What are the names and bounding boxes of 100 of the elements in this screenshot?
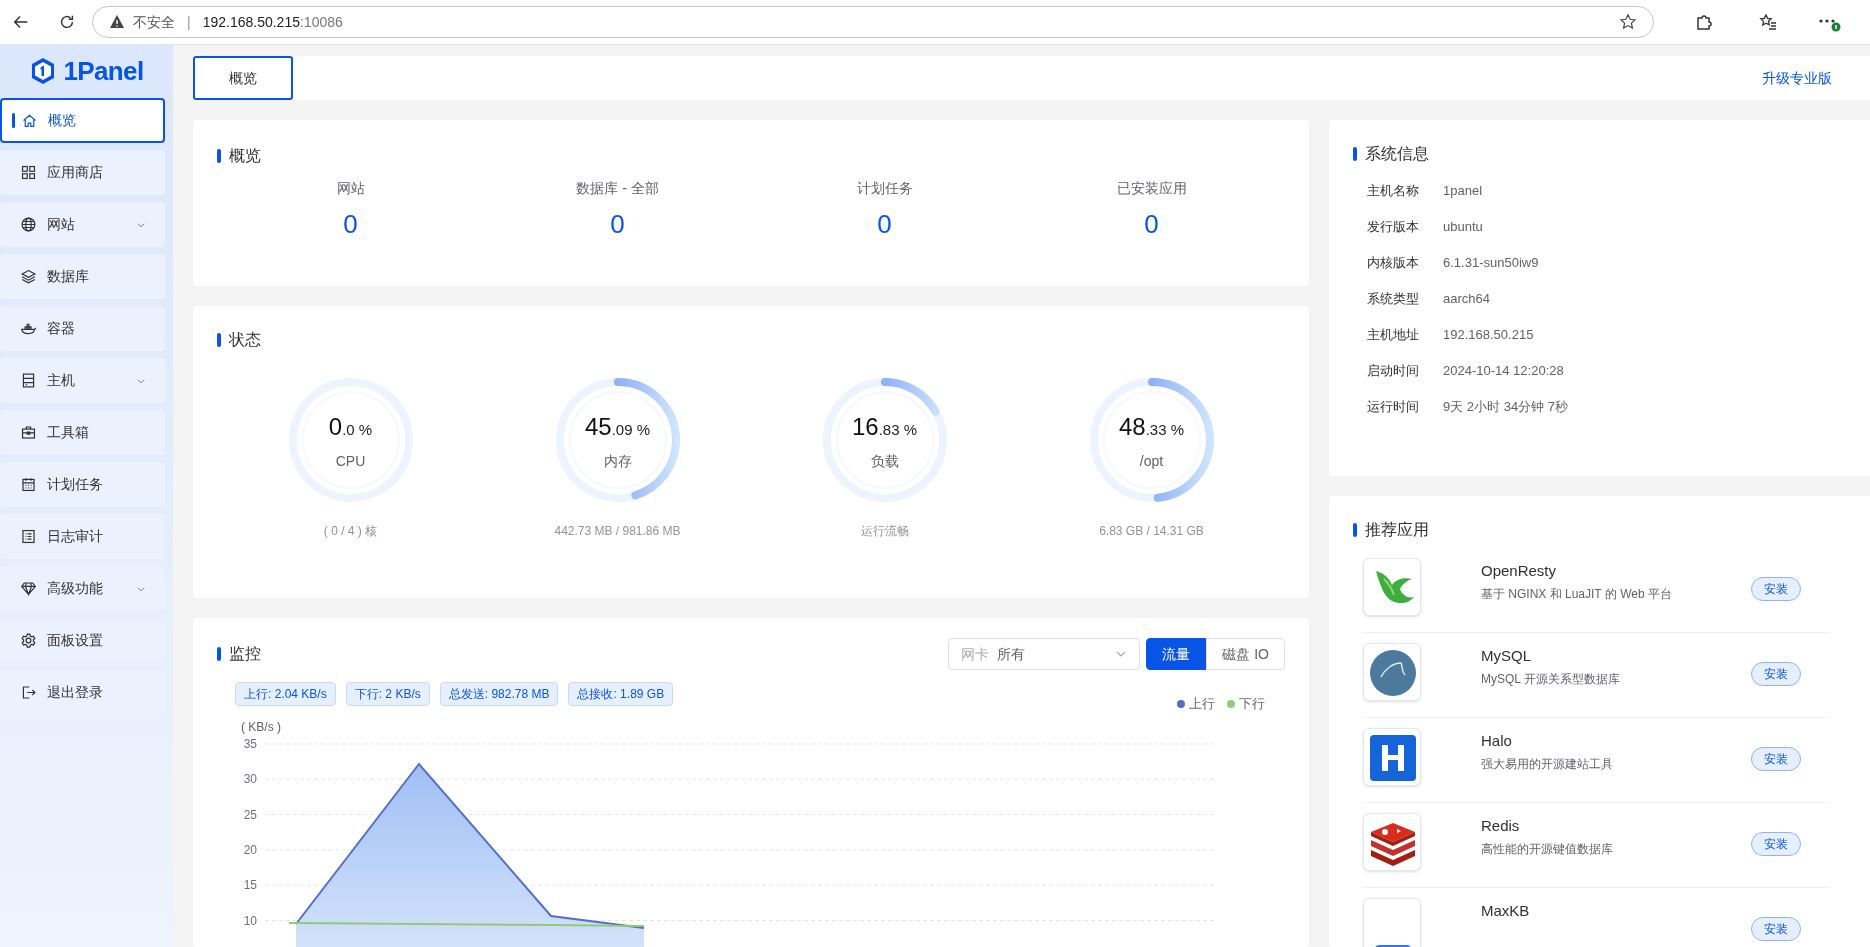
url-text: 192.168.50.215:10086 [202,12,343,32]
sidebar-item[interactable]: 网站 [0,202,165,247]
stat-tag: 上行: 2.04 KB/s [235,682,336,706]
diamond-icon [20,580,37,597]
install-button[interactable]: 安装 [1751,662,1801,686]
sidebar-item[interactable]: 计划任务 [0,462,165,507]
info-label: 系统类型 [1367,290,1420,309]
info-label: 发行版本 [1367,218,1420,237]
info-value: 2024-10-14 12:20:28 [1443,362,1564,381]
gauge-value: 45.09 % [584,411,651,442]
toolbox-icon [20,424,37,441]
legend-label: 下行 [1239,695,1265,713]
info-value: 1panel [1443,182,1483,201]
install-button[interactable]: 安装 [1751,832,1801,856]
gauge-detail: ( 0 / 4 ) 核 [323,523,378,540]
stat-label: 网站 [336,179,365,198]
install-button[interactable]: 安装 [1751,577,1801,601]
stat-tag: 下行: 2 KB/s [345,682,430,706]
sidebar-item[interactable]: 数据库 [0,254,165,299]
stat-tag: 总发送: 982.78 MB [439,682,559,706]
gauge-label: CPU [335,451,366,471]
tab[interactable]: 概览 [193,56,293,100]
stat-label: 数据库 - 全部 [576,179,659,198]
app-name: Redis [1481,816,1521,836]
stat-value[interactable]: 0 [1144,205,1159,244]
layers-icon [20,268,37,285]
puzzle-icon[interactable] [1694,12,1714,32]
grid-icon [20,164,37,181]
network-select[interactable]: 网卡 所有 [948,638,1141,670]
info-label: 运行时间 [1367,398,1420,417]
gauge-value: 48.33 % [1118,411,1185,442]
reload-icon[interactable] [58,13,76,31]
install-button[interactable]: 安装 [1751,917,1801,941]
gauge-value: 16.83 % [851,411,918,442]
app-name: OpenResty [1481,561,1558,581]
sidebar-item[interactable]: 容器 [0,306,165,351]
info-label: 主机名称 [1367,182,1420,201]
stat-tag: 总接收: 1.89 GB [568,682,674,706]
axis-unit: ( KB/s ) [241,718,282,736]
stat-value[interactable]: 0 [610,205,625,244]
info-label: 启动时间 [1367,362,1420,381]
sidebar-item[interactable]: 面板设置 [0,618,165,663]
info-value: 6.1.31-sun50iw9 [1443,254,1539,273]
info-label: 内核版本 [1367,254,1420,273]
back-icon[interactable] [12,13,30,31]
stat-value[interactable]: 0 [877,205,892,244]
gauge-detail: 442.73 MB / 981.86 MB [554,523,681,540]
star-icon[interactable] [1619,13,1637,31]
gauge-detail: 6.83 GB / 14.31 GB [1099,523,1204,540]
sidebar-item[interactable]: 概览 [0,98,165,143]
logout-icon [20,684,37,701]
sidebar-item[interactable]: 高级功能 [0,566,165,611]
app-name: Halo [1481,731,1513,751]
y-tick-label: 35 [243,736,257,751]
home-icon [21,112,38,129]
info-value: ubuntu [1443,218,1483,237]
warning-icon [109,14,125,30]
card-title: 系统信息 [1365,144,1429,164]
card-title: 推荐应用 [1365,520,1429,540]
y-tick-label: 15 [243,877,257,892]
app-name: MySQL [1481,646,1532,666]
logo-icon [29,57,56,85]
globe-icon [20,216,37,233]
sidebar-item[interactable]: 应用商店 [0,150,165,195]
sidebar-item[interactable]: 日志审计 [0,514,165,559]
stat-label: 计划任务 [856,179,913,198]
y-tick-label: 25 [243,807,257,822]
separator: | [187,12,191,32]
app-name: MaxKB [1481,901,1531,921]
app-description: 基于 NGINX 和 LuaJIT 的 Web 平台 [1481,585,1673,603]
favorites-icon[interactable] [1758,12,1778,32]
card-title: 状态 [229,330,261,350]
y-tick-label: 20 [243,842,257,857]
mode-toggle[interactable]: 流量 [1146,638,1207,670]
card-title: 概览 [229,146,261,166]
security-label: 不安全 [133,12,175,32]
app-description: 强大易用的开源建站工具 [1481,755,1614,773]
stat-value[interactable]: 0 [343,205,358,244]
app-description: 高性能的开源键值数据库 [1481,840,1614,858]
upgrade-link[interactable]: 升级专业版 [1762,67,1832,89]
gauge-detail: 运行流畅 [860,523,909,540]
y-tick-label: 10 [243,913,257,927]
mode-toggle[interactable]: 磁盘 IO [1206,638,1285,670]
letter-h-logo-icon [1370,735,1416,781]
info-value: aarch64 [1443,290,1490,309]
app-description: MySQL 开源关系型数据库 [1481,670,1621,688]
card-title: 监控 [229,644,261,664]
gauge-label: 负载 [870,451,899,471]
info-label: 主机地址 [1367,326,1420,345]
gauge-label: 内存 [603,451,632,471]
sidebar-item[interactable]: 主机 [0,358,165,403]
install-button[interactable]: 安装 [1751,747,1801,771]
gear-icon [20,632,37,649]
sidebar-item[interactable]: 工具箱 [0,410,165,455]
logo-text: 1Panel [63,54,144,88]
stacked-cubes-logo-icon [1369,820,1417,866]
gauge-label: /opt [1139,451,1164,471]
y-tick-label: 30 [243,771,257,786]
info-value: 192.168.50.215 [1443,326,1534,345]
stat-label: 已安装应用 [1116,179,1187,198]
